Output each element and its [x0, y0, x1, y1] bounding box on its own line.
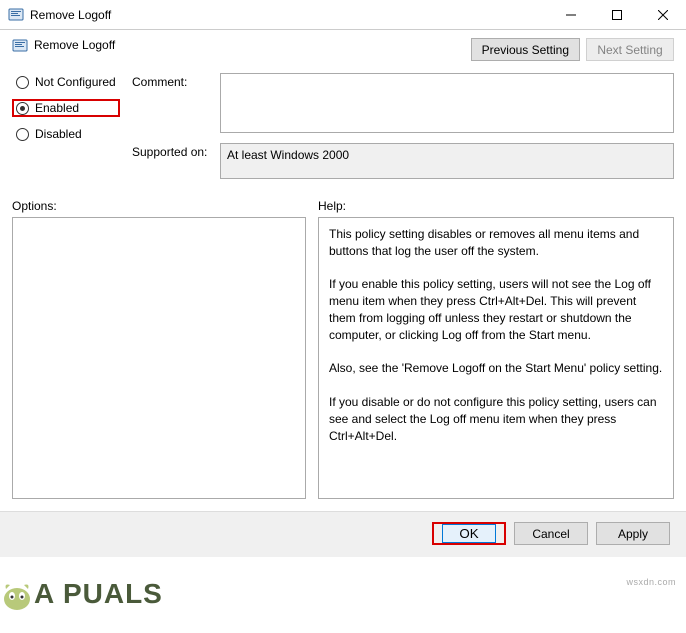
comment-input[interactable]: [220, 73, 674, 133]
cancel-button[interactable]: Cancel: [514, 522, 588, 545]
supported-value: At least Windows 2000: [220, 143, 674, 179]
previous-setting-button[interactable]: Previous Setting: [471, 38, 580, 61]
watermark-text: wsxdn.com: [626, 577, 676, 587]
help-label: Help:: [318, 199, 674, 213]
help-panel: This policy setting disables or removes …: [318, 217, 674, 499]
window-controls: [548, 0, 686, 30]
radio-disabled-label: Disabled: [35, 127, 82, 141]
panes: This policy setting disables or removes …: [0, 217, 686, 511]
policy-title: Remove Logoff: [34, 38, 471, 52]
policy-item-icon: [12, 38, 28, 54]
brand-text: A PUALS: [34, 578, 163, 609]
apply-button[interactable]: Apply: [596, 522, 670, 545]
config-section: Not Configured Enabled Disabled Comment:…: [0, 61, 686, 191]
ok-button-highlight: OK: [432, 522, 506, 545]
fields-column: Comment: Supported on: At least Windows …: [132, 73, 674, 179]
header-section: Remove Logoff Previous Setting Next Sett…: [0, 30, 686, 61]
columns-header: Options: Help:: [0, 191, 686, 217]
radio-disabled[interactable]: Disabled: [12, 125, 120, 143]
radio-enabled-label: Enabled: [35, 101, 79, 115]
radio-enabled[interactable]: Enabled: [12, 99, 120, 117]
navigation-buttons: Previous Setting Next Setting: [471, 38, 674, 61]
state-radio-group: Not Configured Enabled Disabled: [12, 73, 120, 179]
supported-row: Supported on: At least Windows 2000: [132, 143, 674, 179]
options-label: Options:: [12, 199, 306, 213]
minimize-button[interactable]: [548, 0, 594, 30]
dialog-buttons: OK Cancel Apply: [0, 511, 686, 557]
policy-icon: [8, 7, 24, 23]
radio-not-configured-label: Not Configured: [35, 75, 116, 89]
close-button[interactable]: [640, 0, 686, 30]
brand-mascot-icon: [0, 579, 34, 613]
comment-label: Comment:: [132, 73, 212, 89]
brand-watermark: A PUALS: [0, 578, 163, 613]
radio-circle-icon: [16, 76, 29, 89]
comment-row: Comment:: [132, 73, 674, 133]
radio-circle-icon: [16, 128, 29, 141]
supported-label: Supported on:: [132, 143, 212, 159]
options-panel: [12, 217, 306, 499]
next-setting-button: Next Setting: [586, 38, 674, 61]
ok-button[interactable]: OK: [442, 524, 496, 543]
radio-dot-icon: [20, 106, 25, 111]
titlebar: Remove Logoff: [0, 0, 686, 30]
radio-circle-icon: [16, 102, 29, 115]
maximize-button[interactable]: [594, 0, 640, 30]
window-title: Remove Logoff: [30, 8, 548, 22]
radio-not-configured[interactable]: Not Configured: [12, 73, 120, 91]
